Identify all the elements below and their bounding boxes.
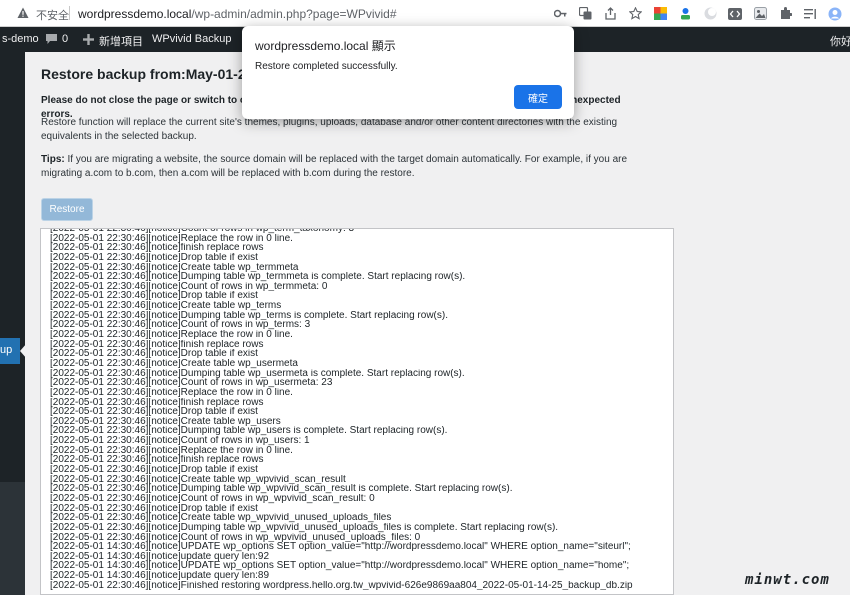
sidebar-item-wpvivid-backup[interactable]: up	[0, 338, 20, 364]
star-icon[interactable]	[625, 4, 645, 23]
log-line: [2022-05-01 22:30:46][notice]Drop table …	[50, 503, 258, 514]
admin-bar-greeting[interactable]: 你好	[830, 33, 850, 49]
log-line: [2022-05-01 22:30:46][notice]finish repl…	[50, 339, 264, 350]
plus-icon[interactable]	[83, 34, 94, 45]
browser-toolbar-icons	[550, 4, 850, 23]
comment-icon[interactable]	[45, 33, 58, 45]
admin-bar-comment-count[interactable]: 0	[62, 33, 68, 45]
dialog-ok-button[interactable]: 確定	[514, 85, 562, 109]
insecure-label[interactable]: 不安全	[36, 7, 69, 23]
code-extension-icon[interactable]	[725, 4, 745, 23]
admin-bar-site-name[interactable]: s-demo	[2, 33, 39, 45]
translate-icon[interactable]	[575, 4, 595, 23]
admin-bar-plugin-link[interactable]: WPvivid Backup	[152, 33, 231, 45]
share-icon[interactable]	[600, 4, 620, 23]
restore-log[interactable]: [2022-05-01 22:30:46][notice]Count of ro…	[40, 228, 674, 595]
key-icon[interactable]	[550, 4, 570, 23]
log-line: [2022-05-01 22:30:46][notice]Create tabl…	[50, 474, 346, 485]
restore-description: Restore function will replace the curren…	[41, 117, 618, 142]
url-separator	[69, 6, 70, 20]
moon-extension-icon[interactable]	[700, 4, 720, 23]
log-line: [2022-05-01 14:30:46][notice]update quer…	[50, 551, 270, 562]
log-line: [2022-05-01 14:30:46][notice]UPDATE wp_o…	[50, 542, 631, 552]
restore-button[interactable]: Restore	[41, 198, 93, 221]
image-extension-icon[interactable]	[750, 4, 770, 23]
puzzle-icon[interactable]	[775, 4, 795, 23]
restore-tips: Tips: If you are migrating a website, th…	[41, 153, 651, 181]
extension-colorful-icon[interactable]	[650, 4, 670, 23]
log-line: [2022-05-01 22:30:46][notice]Replace the…	[50, 330, 293, 340]
main-content: Restore backup from:May-01-2022 Please d…	[25, 52, 850, 595]
log-line: [2022-05-01 22:30:46][notice]Create tabl…	[50, 513, 392, 523]
log-line: [2022-05-01 22:30:46][notice]Drop table …	[50, 407, 258, 417]
log-line: [2022-05-01 22:30:46][notice]Replace the…	[50, 387, 293, 398]
log-line: [2022-05-01 22:30:46][notice]Count of ro…	[50, 320, 311, 331]
log-line: [2022-05-01 22:30:46][notice]Drop table …	[50, 349, 258, 359]
log-line: [2022-05-01 22:30:46][notice]Drop table …	[50, 465, 258, 475]
url-host: wordpressdemo.local	[78, 7, 192, 21]
profile-extension-icon[interactable]	[675, 4, 695, 23]
dialog-title: wordpressdemo.local 顯示	[255, 39, 396, 53]
log-line: [2022-05-01 22:30:46][notice]Count of ro…	[50, 378, 333, 388]
log-line: [2022-05-01 22:30:46][notice]finish repl…	[50, 455, 264, 466]
browser-profile-icon[interactable]	[825, 4, 845, 23]
sidebar-item-label: up	[0, 344, 13, 356]
tips-text: If you are migrating a website, the sour…	[41, 154, 628, 179]
log-line: [2022-05-01 22:30:46][notice]Dumping tab…	[50, 368, 465, 379]
log-line: [2022-05-01 22:30:46][notice]Dumping tab…	[50, 522, 559, 533]
reading-list-icon[interactable]	[800, 4, 820, 23]
log-lines: [2022-05-01 22:30:46][notice]Count of ro…	[50, 229, 672, 591]
alert-dialog: wordpressdemo.local 顯示 Restore completed…	[242, 26, 574, 119]
log-line: [2022-05-01 22:30:46][notice]Create tabl…	[50, 358, 298, 369]
log-line: [2022-05-01 22:30:46][notice]Finished re…	[50, 580, 633, 591]
admin-bar-new-item[interactable]: 新增項目	[99, 33, 143, 49]
log-line: [2022-05-01 22:30:46][notice]Dumping tab…	[50, 310, 448, 321]
log-line: [2022-05-01 22:30:46][notice]Create tabl…	[50, 301, 282, 311]
log-line: [2022-05-01 22:30:46][notice]Count of ro…	[50, 436, 310, 446]
page-title: Restore backup from:May-01-2022	[41, 66, 269, 82]
warning-icon	[17, 7, 29, 18]
log-line: [2022-05-01 22:30:46][notice]finish repl…	[50, 243, 264, 253]
tips-label: Tips:	[41, 154, 65, 165]
log-line: [2022-05-01 22:30:46][notice]Drop table …	[50, 291, 258, 302]
log-line: [2022-05-01 22:30:46][notice]finish repl…	[50, 397, 264, 408]
log-line: [2022-05-01 22:30:46][notice]Count of ro…	[50, 493, 375, 504]
log-line: [2022-05-01 22:30:46][notice]Drop table …	[50, 252, 258, 263]
log-line: [2022-05-01 22:30:46][notice]Dumping tab…	[50, 426, 448, 437]
log-line: [2022-05-01 22:30:46][notice]Replace the…	[50, 445, 293, 456]
admin-sidebar-lower	[0, 482, 25, 595]
log-line: [2022-05-01 22:30:46][notice]Create tabl…	[50, 416, 281, 427]
log-line: [2022-05-01 14:30:46][notice]update quer…	[50, 571, 270, 581]
log-line: [2022-05-01 22:30:46][notice]Count of ro…	[50, 281, 328, 292]
dialog-message: Restore completed successfully.	[255, 61, 398, 72]
log-line: [2022-05-01 22:30:46][notice]Dumping tab…	[50, 484, 513, 494]
url-text[interactable]: wordpressdemo.local/wp-admin/admin.php?p…	[78, 7, 397, 21]
log-line: [2022-05-01 14:30:46][notice]UPDATE wp_o…	[50, 561, 630, 572]
log-line: [2022-05-01 22:30:46][notice]Create tabl…	[50, 262, 299, 273]
watermark: minwt.com	[745, 572, 830, 588]
log-line: [2022-05-01 22:30:46][notice]Count of ro…	[50, 532, 421, 543]
log-line: [2022-05-01 22:30:46][notice]Dumping tab…	[50, 272, 466, 282]
url-path: /wp-admin/admin.php?page=WPvivid#	[191, 7, 397, 21]
log-line: [2022-05-01 22:30:46][notice]Replace the…	[50, 233, 293, 244]
browser-url-bar[interactable]: 不安全 wordpressdemo.local/wp-admin/admin.p…	[0, 0, 850, 27]
